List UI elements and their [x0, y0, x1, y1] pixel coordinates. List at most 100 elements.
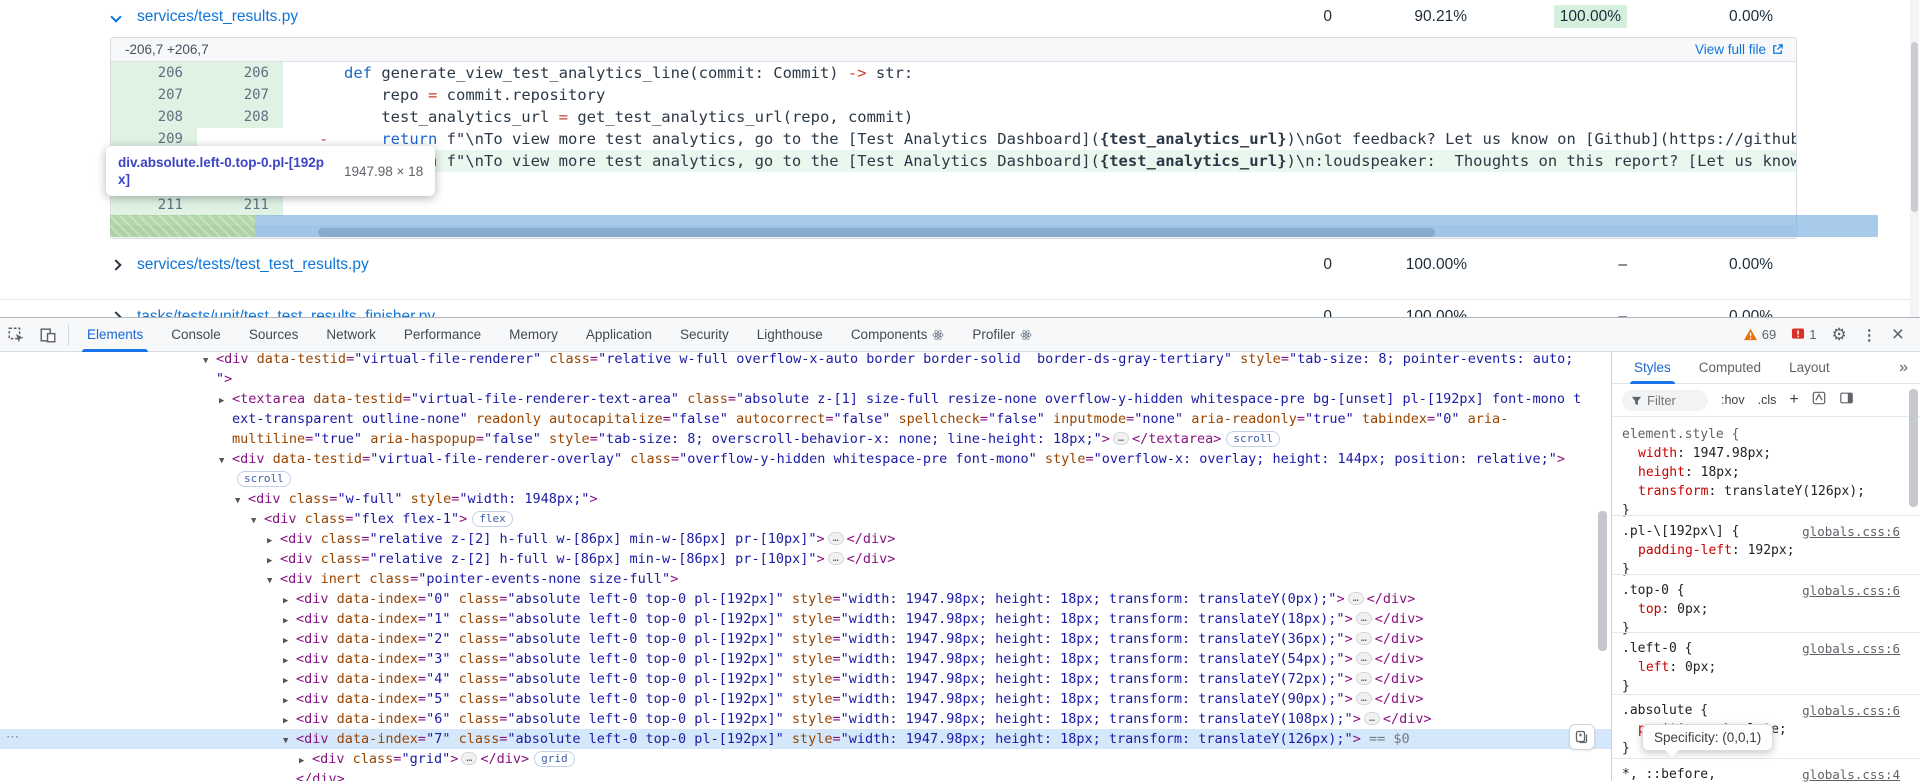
- css-property[interactable]: transform: translateY(126px);: [1612, 482, 1920, 501]
- tab-performance[interactable]: Performance: [390, 318, 495, 352]
- device-toolbar-icon[interactable]: [32, 318, 64, 352]
- expand-arrow-icon[interactable]: ▶: [299, 751, 312, 771]
- file-link[interactable]: services/tests/test_test_results.py: [137, 256, 369, 274]
- css-selector[interactable]: .absolute {: [1622, 703, 1708, 718]
- dom-tree-row[interactable]: </div>: [0, 769, 1611, 781]
- ellipsis-button[interactable]: …: [1112, 432, 1129, 445]
- css-selector[interactable]: .top-0 {: [1622, 583, 1685, 598]
- collapse-arrow-icon[interactable]: ▼: [235, 491, 248, 511]
- page-scrollbar[interactable]: [1910, 0, 1919, 317]
- expand-arrow-icon[interactable]: ▶: [219, 391, 232, 411]
- tab-lighthouse[interactable]: Lighthouse: [743, 318, 837, 352]
- stylesheet-link[interactable]: globals.css:6: [1802, 639, 1900, 658]
- stylesheet-link[interactable]: globals.css:6: [1802, 581, 1900, 600]
- layout-badge[interactable]: scroll: [237, 471, 291, 487]
- expand-arrow-icon[interactable]: ▶: [283, 651, 296, 671]
- collapse-arrow-icon[interactable]: ▼: [267, 571, 280, 591]
- ellipsis-button[interactable]: …: [827, 532, 844, 545]
- dom-tree-row[interactable]: ▶ <div data-index="2" class="absolute lef…: [0, 629, 1611, 649]
- tab-application[interactable]: Application: [572, 318, 666, 352]
- expand-arrow-icon[interactable]: ▶: [267, 551, 280, 571]
- dom-tree-row[interactable]: ▶ <div data-index="0" class="absolute lef…: [0, 589, 1611, 609]
- ellipsis-button[interactable]: …: [1347, 592, 1364, 605]
- stylesheet-link[interactable]: globals.css:6: [1802, 522, 1900, 541]
- row-options-icon[interactable]: ⋯: [6, 729, 19, 745]
- dom-tree-row[interactable]: ▶ <textarea data-testid="virtual-file-ren…: [0, 389, 1611, 409]
- inspect-element-icon[interactable]: [0, 318, 32, 352]
- tab-components[interactable]: Components: [837, 318, 959, 352]
- stylesheet-link[interactable]: globals.css:6: [1802, 701, 1900, 720]
- dom-tree-row[interactable]: multiline="true" aria-haspopup="false" s…: [0, 429, 1611, 449]
- css-property[interactable]: padding-left: 192px;: [1612, 541, 1920, 560]
- css-selector[interactable]: .left-0 {: [1622, 641, 1692, 656]
- css-property[interactable]: top: 0px;: [1612, 600, 1920, 619]
- ellipsis-button[interactable]: …: [1355, 632, 1372, 645]
- chevron-right-icon[interactable]: [110, 256, 122, 274]
- dom-tree-row[interactable]: ▼ <div data-testid="virtual-file-renderer…: [0, 352, 1611, 369]
- expand-arrow-icon[interactable]: ▶: [283, 711, 296, 731]
- css-property[interactable]: width: 1947.98px;: [1612, 444, 1920, 463]
- dom-tree-row[interactable]: ▶ <div class="grid">… </div> grid: [0, 749, 1611, 769]
- tab-profiler[interactable]: Profiler: [958, 318, 1046, 352]
- collapse-arrow-icon[interactable]: ▼: [283, 731, 296, 751]
- styles-filter-input[interactable]: [1647, 392, 1699, 408]
- computed-panel-toggle-icon[interactable]: [1839, 391, 1854, 410]
- ellipsis-button[interactable]: …: [1363, 712, 1380, 725]
- ellipsis-button[interactable]: …: [1355, 612, 1372, 625]
- tab-network[interactable]: Network: [312, 318, 390, 352]
- tab-elements[interactable]: Elements: [73, 318, 157, 352]
- more-options-icon[interactable]: ⋮: [1862, 326, 1877, 344]
- tab-sources[interactable]: Sources: [235, 318, 313, 352]
- dom-tree-row[interactable]: ▶ <div data-index="6" class="absolute lef…: [0, 709, 1611, 729]
- more-tabs-icon[interactable]: »: [1899, 359, 1920, 377]
- ellipsis-button[interactable]: …: [1355, 672, 1372, 685]
- dom-tree-row[interactable]: ">: [0, 369, 1611, 389]
- copy-element-button[interactable]: [1569, 724, 1595, 750]
- file-link[interactable]: services/test_results.py: [137, 8, 298, 26]
- styles-scrollbar-thumb[interactable]: [1909, 389, 1918, 507]
- ellipsis-button[interactable]: …: [461, 752, 478, 765]
- css-property[interactable]: left: 0px;: [1612, 658, 1920, 677]
- chevron-right-icon[interactable]: [110, 308, 122, 317]
- tab-security[interactable]: Security: [666, 318, 743, 352]
- expand-arrow-icon[interactable]: ▶: [283, 691, 296, 711]
- expand-arrow-icon[interactable]: ▶: [283, 671, 296, 691]
- dom-tree-row[interactable]: ▶ <div data-index="3" class="absolute lef…: [0, 649, 1611, 669]
- toggle-element-classes-button[interactable]: .cls: [1758, 393, 1777, 407]
- layout-badge[interactable]: flex: [472, 511, 513, 527]
- dom-tree-row[interactable]: scroll: [0, 469, 1611, 489]
- tab-computed[interactable]: Computed: [1699, 352, 1761, 384]
- layout-badge[interactable]: grid: [534, 751, 575, 767]
- dom-tree-row[interactable]: ▶ <div data-index="4" class="absolute lef…: [0, 669, 1611, 689]
- new-style-rule-button[interactable]: +: [1789, 391, 1798, 409]
- settings-gear-icon[interactable]: ⚙: [1831, 325, 1846, 345]
- page-scrollbar-thumb[interactable]: [1911, 42, 1918, 212]
- collapse-arrow-icon[interactable]: ▼: [219, 451, 232, 471]
- styles-filter[interactable]: [1622, 389, 1708, 411]
- tab-console[interactable]: Console: [157, 318, 235, 352]
- dom-tree-row[interactable]: ▶ <div data-index="5" class="absolute lef…: [0, 689, 1611, 709]
- dom-tree-row[interactable]: ▶ <div class="relative z-[2] h-full w-[86…: [0, 549, 1611, 569]
- css-selector[interactable]: .pl-\[192px\] {: [1622, 524, 1739, 539]
- dom-tree-row[interactable]: ▼ <div inert class="pointer-events-none s…: [0, 569, 1611, 589]
- ellipsis-button[interactable]: …: [1355, 692, 1372, 705]
- css-property[interactable]: height: 18px;: [1612, 463, 1920, 482]
- layout-badge[interactable]: scroll: [1226, 431, 1281, 447]
- tab-memory[interactable]: Memory: [495, 318, 572, 352]
- rendering-emulation-icon[interactable]: [1812, 391, 1826, 410]
- expand-arrow-icon[interactable]: ▶: [283, 611, 296, 631]
- css-selector[interactable]: element.style {: [1622, 427, 1739, 442]
- css-selector[interactable]: *, ::before,: [1622, 767, 1716, 782]
- file-link[interactable]: tasks/tests/unit/test_test_results_finis…: [137, 308, 435, 317]
- dom-tree-row[interactable]: ▼ <div class="flex flex-1"> flex: [0, 509, 1611, 529]
- dom-tree-row[interactable]: ▼ <div data-testid="virtual-file-renderer…: [0, 449, 1611, 469]
- stylesheet-link[interactable]: globals.css:4: [1802, 765, 1900, 784]
- expand-arrow-icon[interactable]: ▶: [283, 631, 296, 651]
- dom-tree-row[interactable]: ▼ <div data-index="7" class="absolute lef…: [0, 729, 1611, 749]
- dom-tree-row[interactable]: ▼ <div class="w-full" style="width: 1948p…: [0, 489, 1611, 509]
- tab-styles[interactable]: Styles: [1630, 352, 1675, 384]
- ellipsis-button[interactable]: …: [827, 552, 844, 565]
- expand-arrow-icon[interactable]: ▶: [267, 531, 280, 551]
- view-full-file-link[interactable]: View full file: [1695, 42, 1784, 57]
- dom-tree-row[interactable]: ▶ <div class="relative z-[2] h-full w-[86…: [0, 529, 1611, 549]
